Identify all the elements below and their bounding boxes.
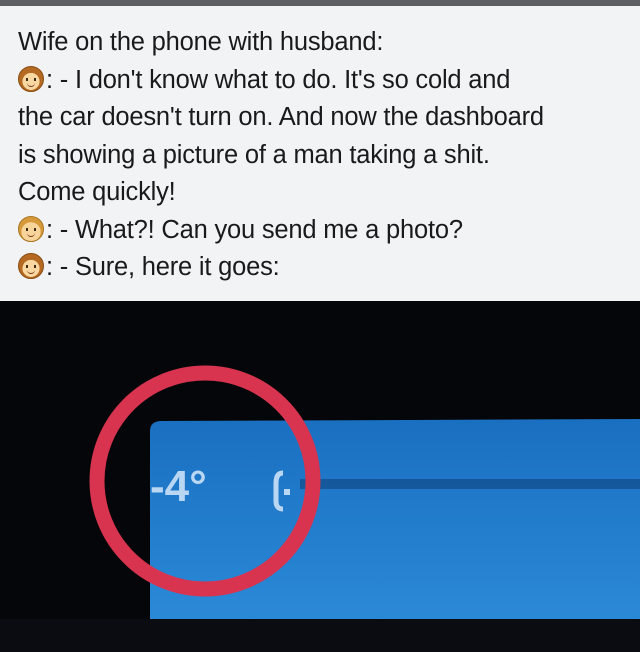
post-line-wife-1-cont3: Come quickly!	[18, 174, 630, 212]
post-line-wife-1: : - I don't know what to do. It's so col…	[18, 62, 630, 100]
post-text: Wife on the phone with husband: : - I do…	[18, 24, 630, 287]
line-text: : - Sure, here it goes:	[46, 253, 280, 281]
line-text: is showing a picture of a man taking a s…	[18, 140, 490, 169]
woman-face-emoji-icon	[18, 253, 44, 279]
woman-face-emoji-icon	[18, 65, 44, 92]
post-line-husband: : - What?! Can you send me a photo?	[18, 212, 630, 250]
post-line-intro: Wife on the phone with husband:	[18, 24, 630, 62]
top-divider	[0, 0, 640, 6]
man-face-emoji-icon	[18, 215, 44, 242]
line-text: : - What?! Can you send me a photo?	[46, 215, 463, 244]
line-text: Wife on the phone with husband:	[18, 28, 384, 56]
post-line-wife-2: : - Sure, here it goes:	[18, 249, 630, 287]
post-line-wife-1-cont: the car doesn't turn on. And now the das…	[18, 99, 630, 137]
post-line-wife-1-cont2: is showing a picture of a man taking a s…	[18, 137, 630, 175]
temperature-readout: -4°	[150, 462, 207, 511]
dashboard-photo-drawing: -4°	[0, 301, 640, 652]
line-text: Come quickly!	[18, 178, 176, 206]
dashboard-photo: -4°	[0, 301, 640, 652]
line-text: the car doesn't turn on. And now the das…	[18, 103, 544, 131]
line-text: : - I don't know what to do. It's so col…	[46, 65, 511, 94]
